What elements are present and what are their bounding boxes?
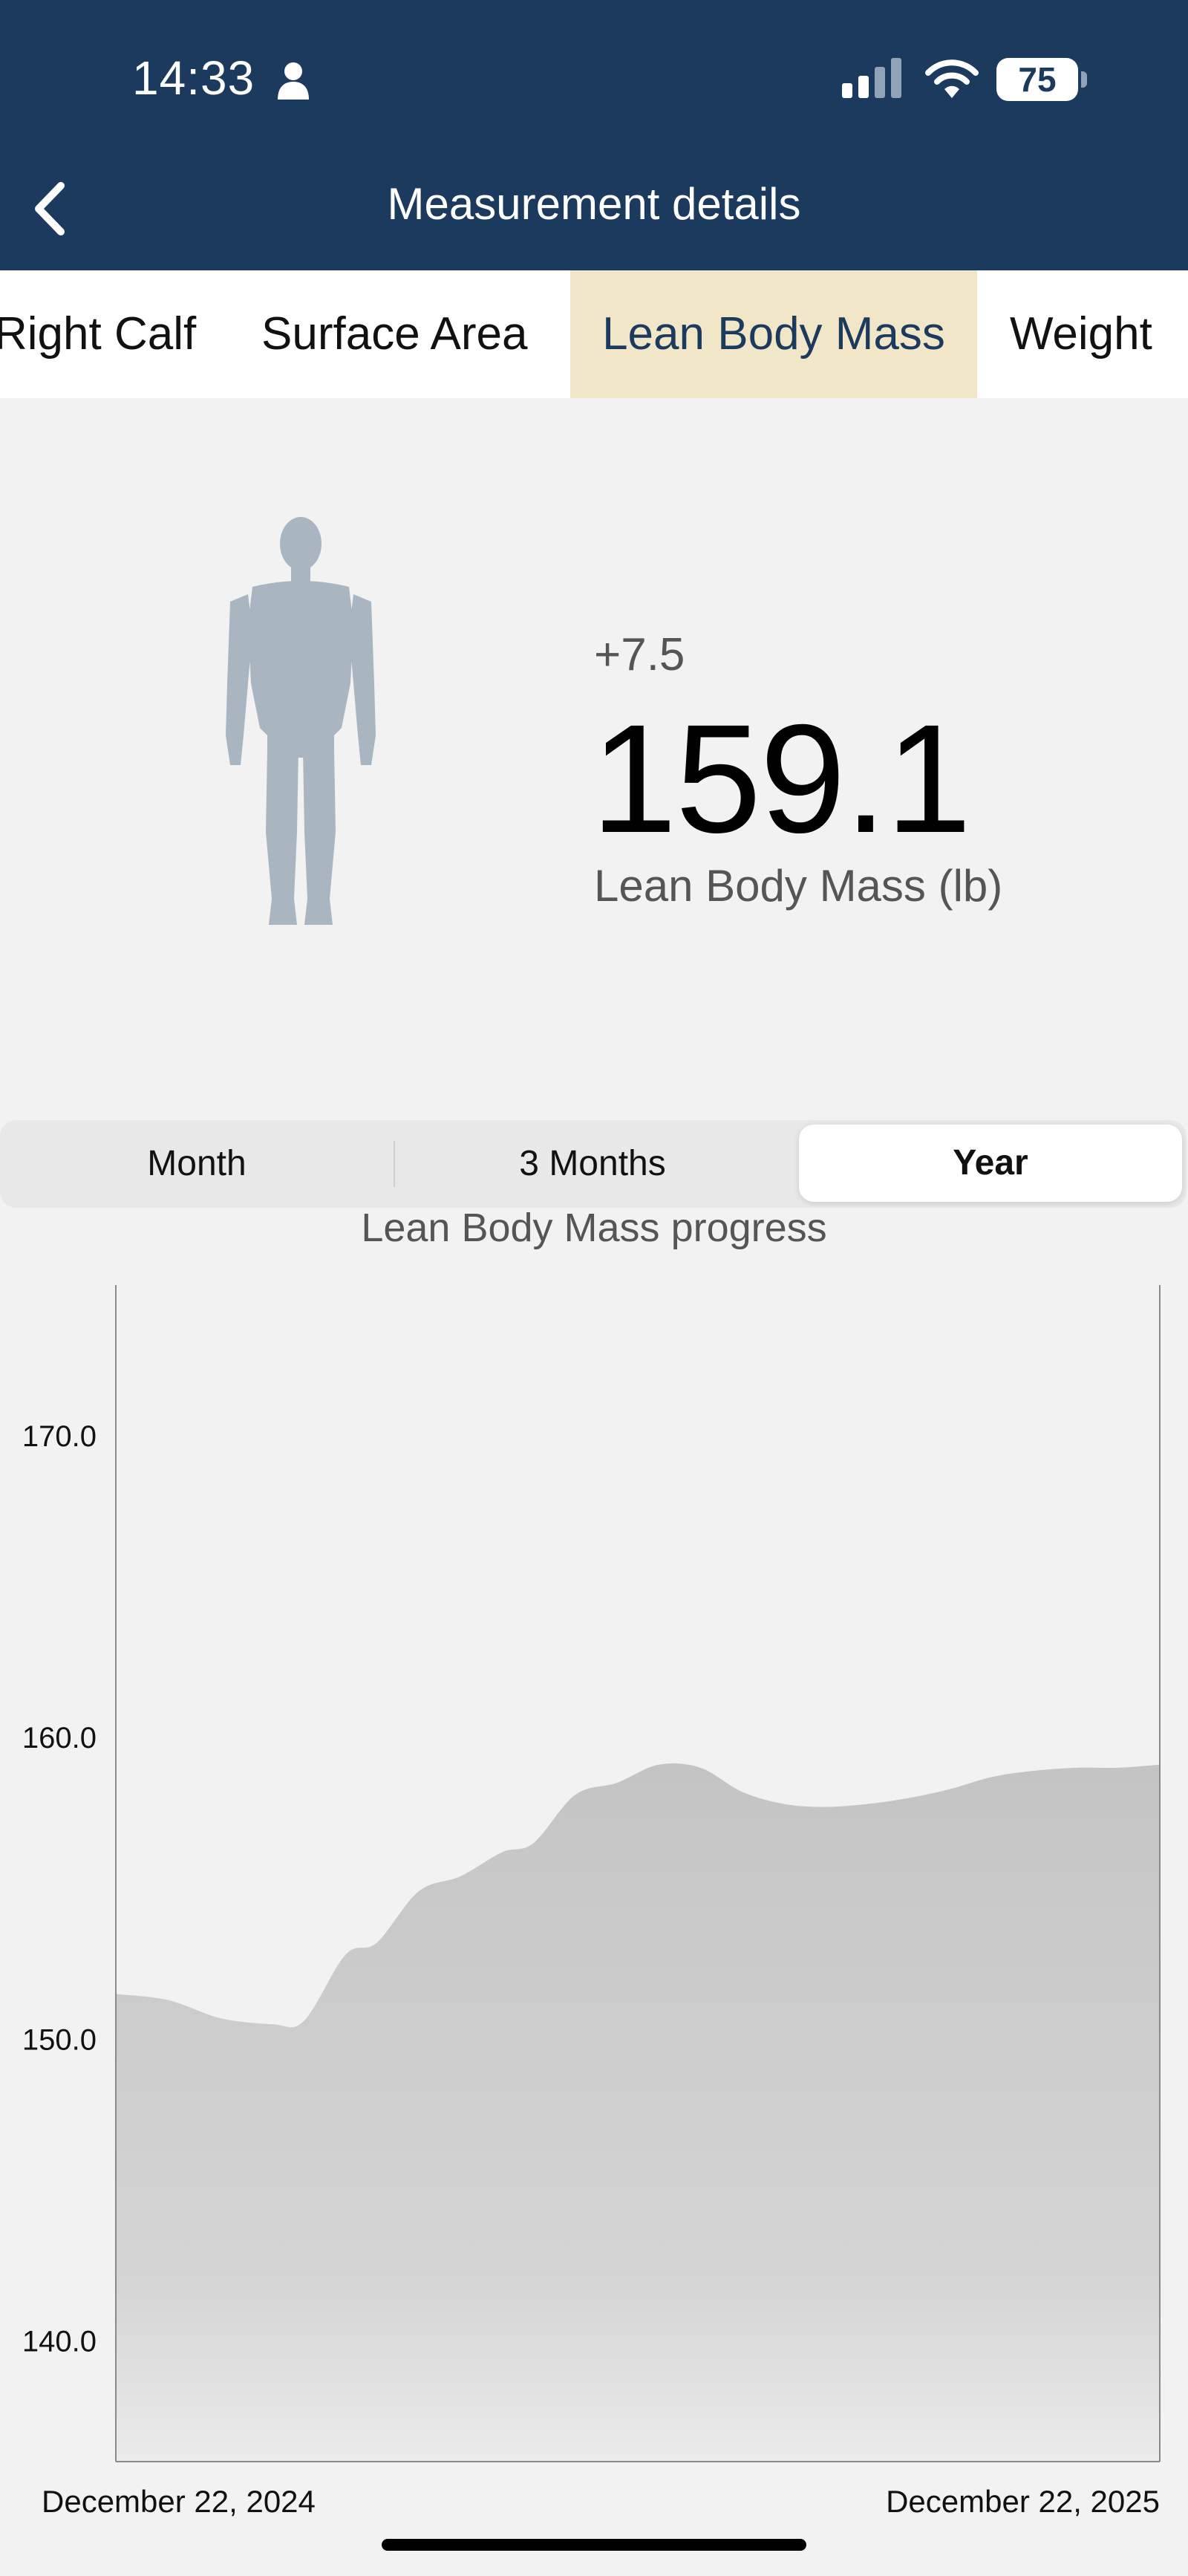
tab-lean-body-mass[interactable]: Lean Body Mass: [570, 270, 977, 398]
battery-tip: [1081, 71, 1087, 88]
x-label-end: December 22, 2025: [886, 2484, 1160, 2519]
signal-icon: [842, 58, 901, 98]
range-year-button[interactable]: Year: [799, 1125, 1182, 1202]
range-3-months-button[interactable]: 3 Months: [395, 1120, 790, 1208]
range-selector: Month 3 Months Year: [0, 1120, 1187, 1208]
app-header: 14:33 75 Measurement details: [0, 0, 1188, 270]
home-indicator: [382, 2539, 806, 2551]
wifi-icon: [925, 59, 979, 98]
tab-right-calf[interactable]: Right Calf: [0, 270, 196, 398]
tab-surface-area[interactable]: Surface Area: [261, 270, 527, 398]
current-value: 159.1: [591, 693, 972, 865]
y-tick-label: 160.0: [22, 1722, 97, 1754]
page-title: Measurement details: [387, 179, 801, 229]
y-tick-label: 170.0: [22, 1420, 97, 1453]
y-tick-label: 140.0: [22, 2326, 97, 2358]
status-time: 14:33: [132, 51, 255, 105]
change-value: +7.5: [594, 629, 685, 680]
range-month-button[interactable]: Month: [0, 1120, 394, 1208]
person-icon: [278, 62, 309, 100]
chart-title: Lean Body Mass progress: [361, 1206, 827, 1250]
tab-weight[interactable]: Weight: [1010, 270, 1152, 398]
y-tick-label: 150.0: [22, 2023, 97, 2056]
measurement-tabs: Right Calf Surface Area Lean Body Mass W…: [0, 270, 1188, 398]
battery-icon: 75: [996, 58, 1078, 101]
progress-chart: 140.0 150.0 160.0 170.0 December 22, 2024 D…: [22, 1285, 1161, 2519]
human-body-icon: [226, 517, 376, 925]
x-label-start: December 22, 2024: [42, 2484, 316, 2519]
value-label: Lean Body Mass (lb): [594, 861, 1003, 911]
area-series: [116, 1763, 1160, 2462]
